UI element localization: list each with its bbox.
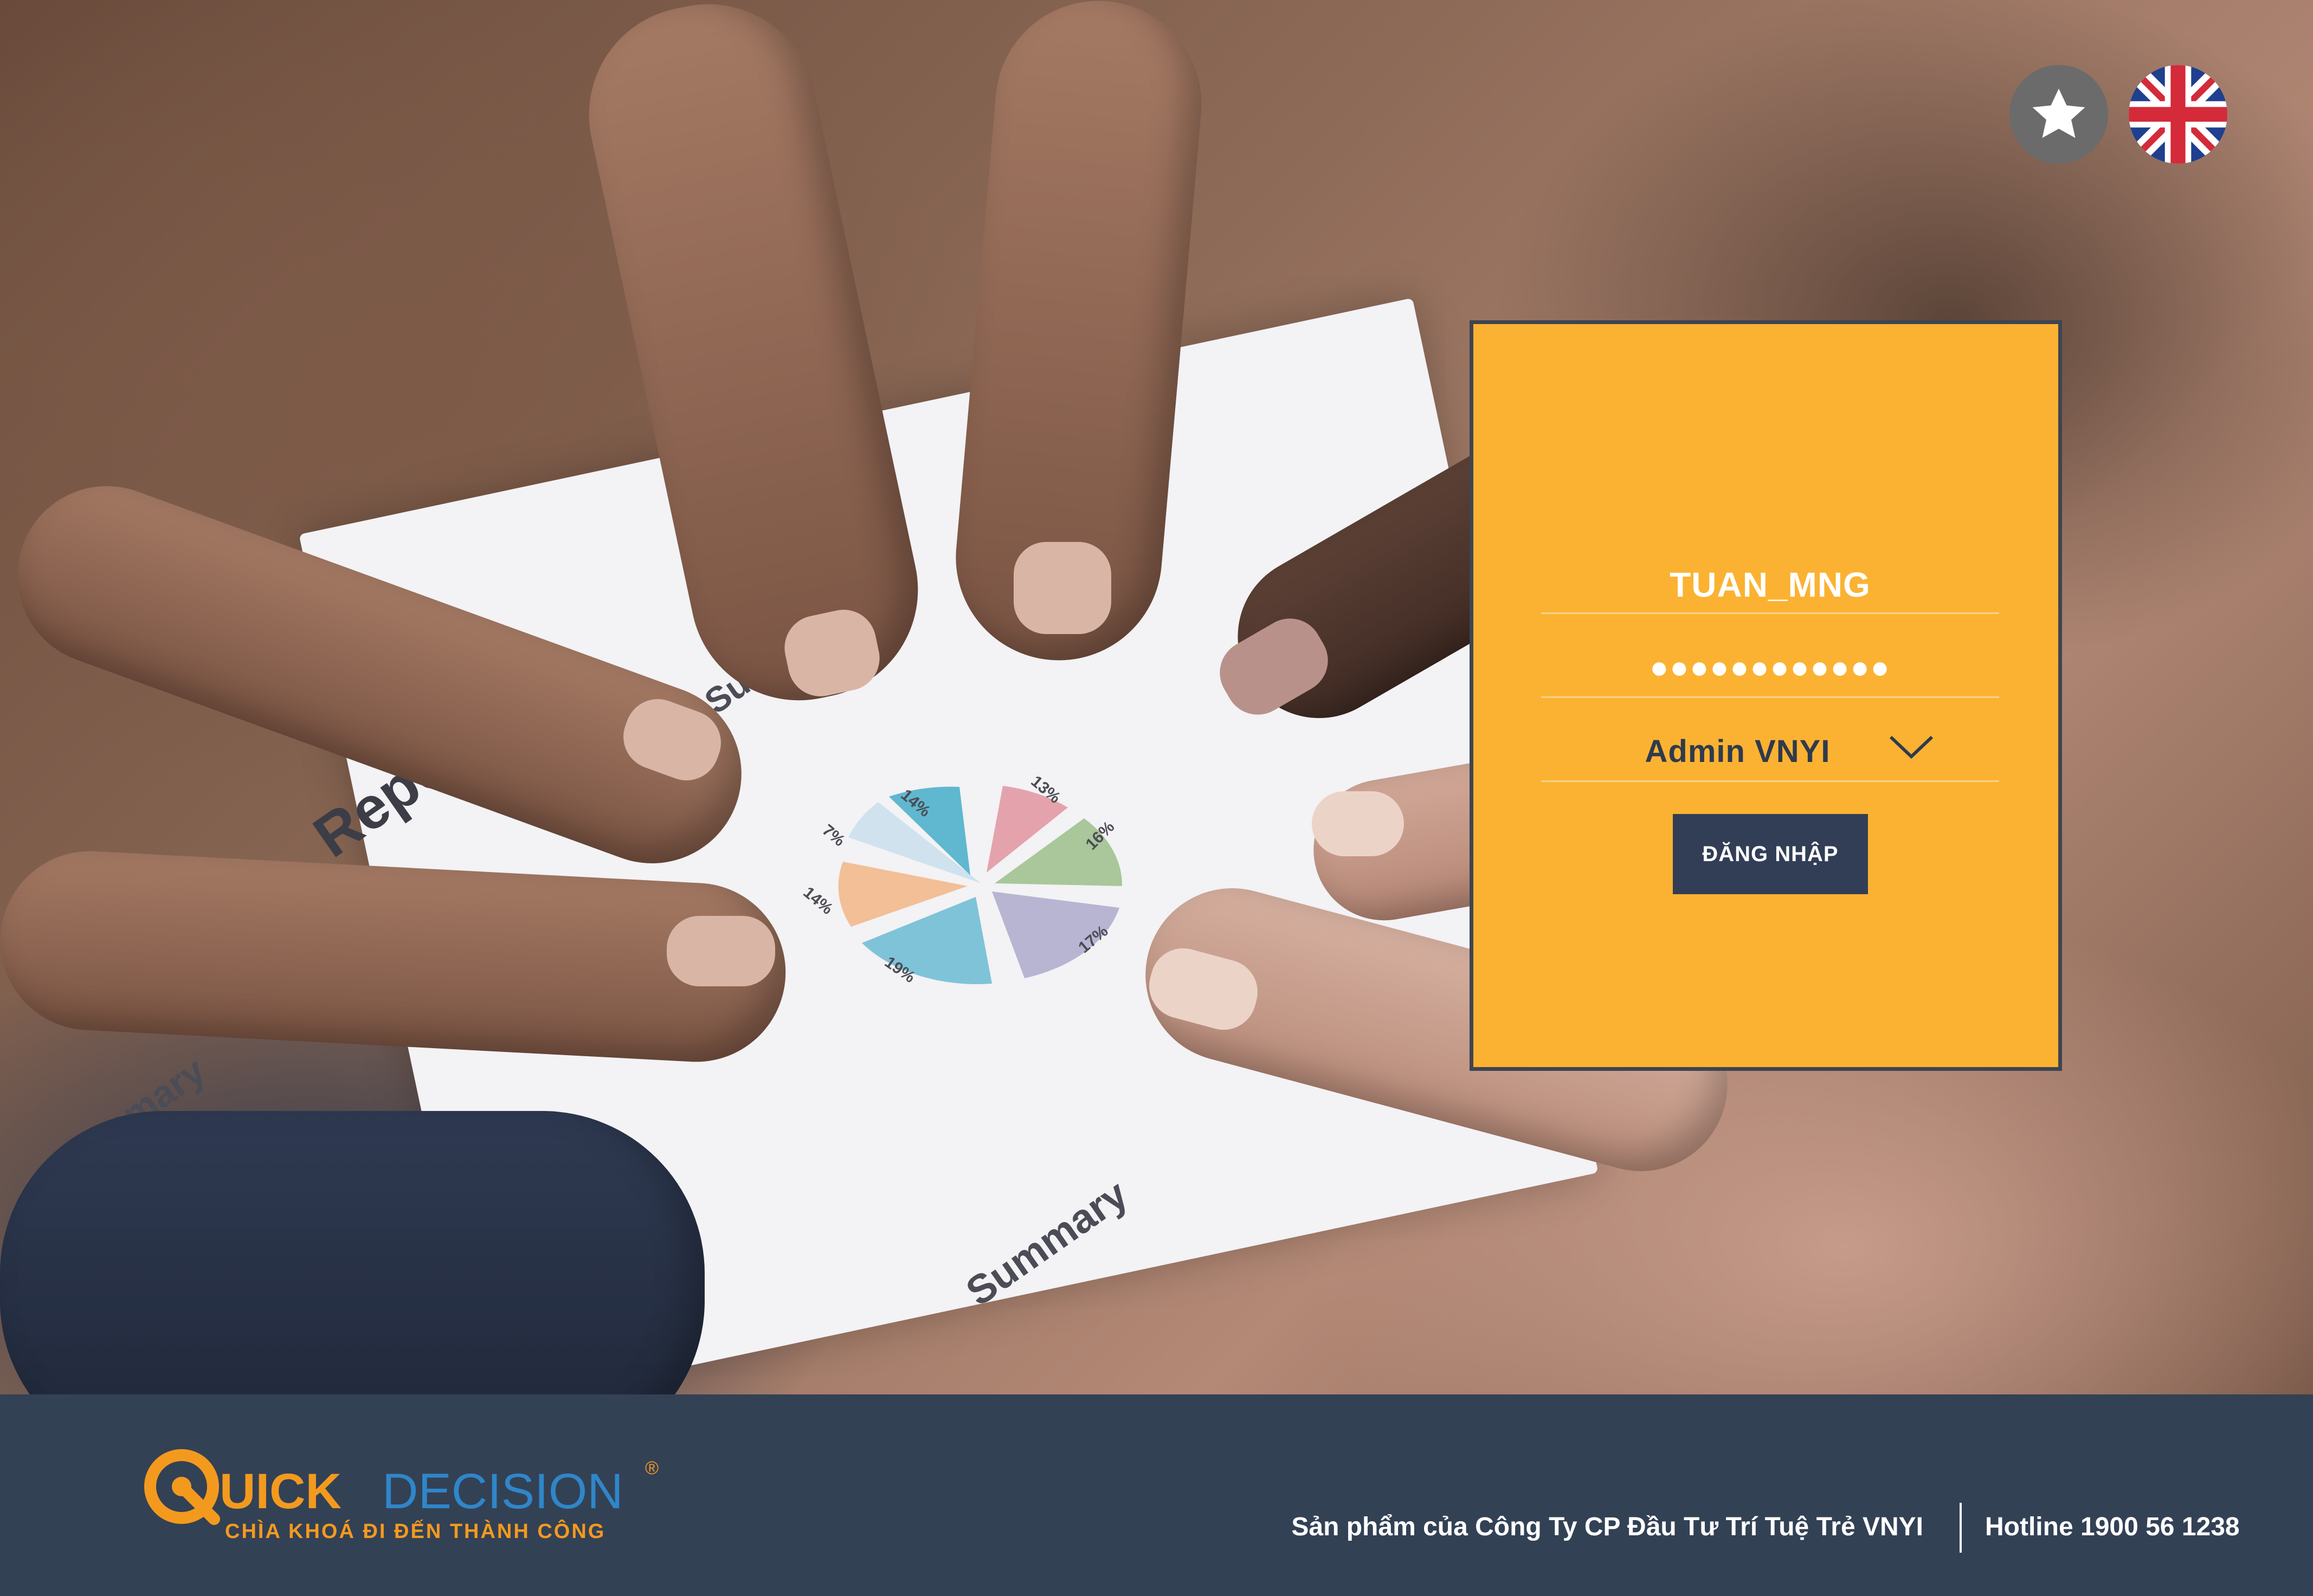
svg-text:CHÌA KHOÁ ĐI ĐẾN THÀNH CÔNG: CHÌA KHOÁ ĐI ĐẾN THÀNH CÔNG bbox=[225, 1519, 605, 1543]
english-language-button[interactable] bbox=[2129, 65, 2227, 164]
fingernail bbox=[667, 916, 775, 986]
favorite-button[interactable] bbox=[2009, 65, 2108, 164]
pie-label: 7% bbox=[819, 821, 848, 850]
quick-decision-logo: UICK DECISION ® CHÌA KHOÁ ĐI ĐẾN THÀNH C… bbox=[144, 1449, 659, 1543]
username-value: TUAN_MNG bbox=[1670, 565, 1871, 604]
login-form: TUAN_MNG ●●●●●●●●●●●● Admin VNYI ĐĂNG NH… bbox=[1470, 320, 2062, 1071]
login-button[interactable]: ĐĂNG NHẬP bbox=[1673, 814, 1868, 894]
password-field[interactable]: ●●●●●●●●●●●● bbox=[1541, 617, 1999, 698]
fingernail bbox=[1014, 542, 1111, 634]
footer-company-text: Sản phẩm của Công Ty CP Đầu Tư Trí Tuệ T… bbox=[1291, 1513, 1923, 1541]
password-value: ●●●●●●●●●●●● bbox=[1650, 650, 1891, 685]
role-select[interactable]: Admin VNYI bbox=[1541, 701, 1999, 782]
role-selected-value: Admin VNYI bbox=[1645, 734, 1831, 769]
fingernail bbox=[1312, 791, 1404, 856]
svg-text:UICK: UICK bbox=[220, 1464, 342, 1519]
chevron-down-icon bbox=[1889, 735, 1934, 759]
sleeve bbox=[0, 1111, 705, 1394]
footer-divider bbox=[1960, 1503, 1962, 1553]
footer-hotline[interactable]: Hotline 1900 56 1238 bbox=[1985, 1512, 2240, 1542]
svg-text:DECISION: DECISION bbox=[382, 1464, 623, 1519]
star-icon bbox=[2032, 88, 2085, 138]
svg-text:®: ® bbox=[645, 1458, 659, 1478]
footer: UICK DECISION ® CHÌA KHOÁ ĐI ĐẾN THÀNH C… bbox=[0, 1394, 2313, 1596]
username-field[interactable]: TUAN_MNG bbox=[1541, 533, 1999, 614]
uk-flag-icon bbox=[2129, 65, 2227, 164]
pie-label: 14% bbox=[800, 883, 836, 918]
